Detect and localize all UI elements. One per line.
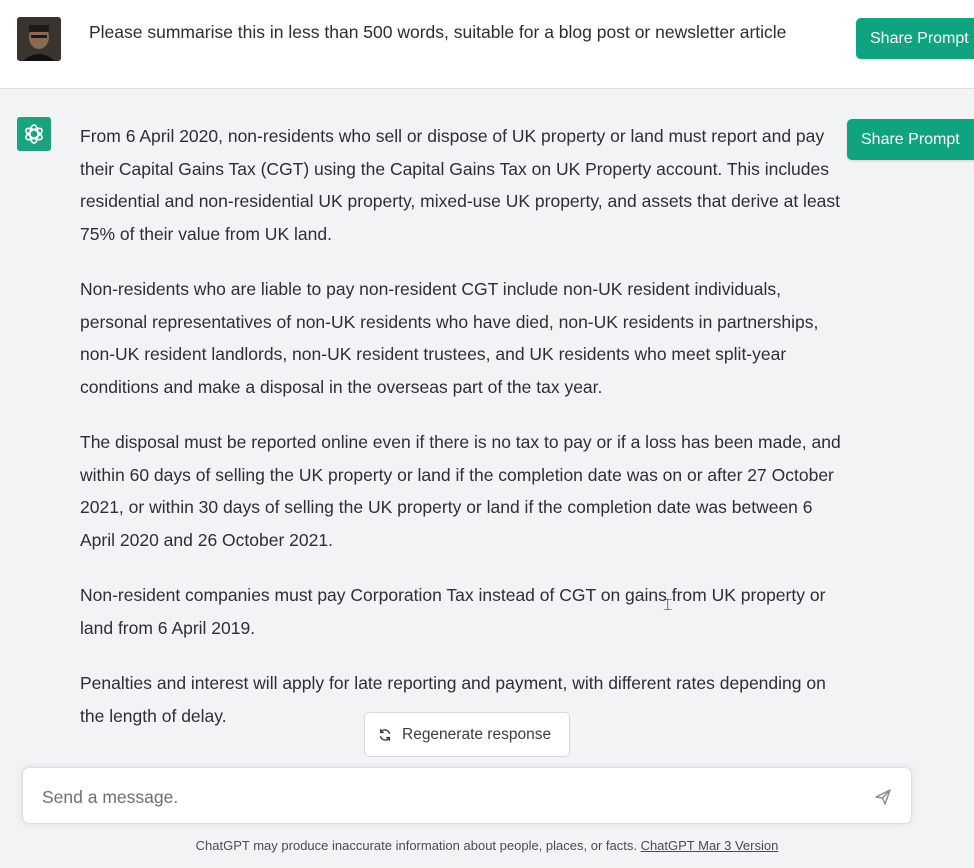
openai-logo-icon (17, 117, 51, 151)
share-prompt-button[interactable]: Share Prompt (856, 18, 974, 59)
response-paragraph: Non-residents who are liable to pay non-… (80, 279, 819, 397)
version-link[interactable]: ChatGPT Mar 3 Version (641, 838, 779, 853)
message-composer (22, 767, 912, 824)
message-input[interactable] (40, 783, 844, 811)
footer-disclaimer: ChatGPT may produce inaccurate informati… (0, 838, 974, 853)
response-paragraph: Non-resident companies must pay Corporat… (80, 585, 826, 638)
regenerate-label: Regenerate response (402, 725, 552, 743)
footer-text: ChatGPT may produce inaccurate informati… (195, 838, 641, 853)
response-paragraph: The disposal must be reported online eve… (80, 432, 841, 550)
send-icon[interactable] (873, 787, 893, 807)
response-paragraph: From 6 April 2020, non-residents who sel… (80, 126, 841, 244)
user-prompt-text: Please summarise this in less than 500 w… (89, 22, 787, 42)
text-cursor-icon: ⌶ (663, 597, 673, 614)
regenerate-response-button[interactable]: Regenerate response (364, 712, 570, 757)
assistant-response: From 6 April 2020, non-residents who sel… (80, 120, 850, 755)
user-avatar (17, 17, 61, 61)
share-prompt-button-assistant[interactable]: Share Prompt (847, 119, 974, 160)
user-message-row: Please summarise this in less than 500 w… (0, 0, 974, 89)
refresh-icon (378, 728, 392, 742)
